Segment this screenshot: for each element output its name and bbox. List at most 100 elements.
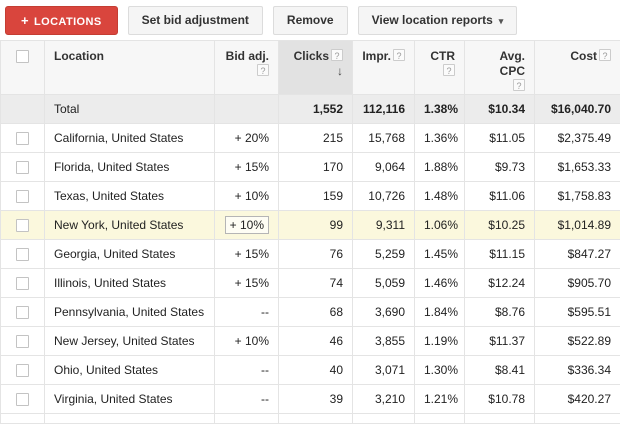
cell-value-avg_cpc: $11.06 [489,189,525,203]
cell-value-impr: 5,059 [375,276,405,290]
cell-value-bid_adj: + 10% [235,334,269,348]
cell-value-clicks: 99 [330,218,343,232]
cell-value-avg_cpc: $9.73 [495,160,525,174]
cell-impr: 3,855 [353,327,415,356]
column-header-clicks[interactable]: Clicks?↓ [279,41,353,95]
cell-ctr: 1.36% [415,124,465,153]
cell-value-bid_adj: -- [261,392,269,406]
cell-bid_adj: + 10% [215,327,279,356]
cell-bid_adj: -- [215,298,279,327]
cell-value-clicks: 46 [330,334,343,348]
cell-bid_adj: + 10% [215,211,279,240]
cell-value-avg_cpc: $8.41 [495,363,525,377]
dropdown-caret-icon: ▾ [499,16,504,26]
cell-location: Illinois, United States [45,269,215,298]
set-bid-adjustment-button[interactable]: Set bid adjustment [128,6,263,35]
remove-button[interactable]: Remove [273,6,348,35]
row-checkbox[interactable] [16,161,29,174]
cell-value-impr: 15,768 [368,131,405,145]
plus-icon: + [21,13,29,28]
select-all-checkbox[interactable] [16,50,29,63]
help-icon[interactable]: ? [513,79,525,91]
column-header-cost[interactable]: Cost? [535,41,620,95]
cell-bid_adj: -- [215,356,279,385]
cell-value-location: Florida, United States [54,160,169,174]
row-checkbox[interactable] [16,364,29,377]
row-checkbox[interactable] [16,190,29,203]
row-checkbox-cell [1,240,45,269]
cell-cost: $336.34 [535,356,620,385]
cell-ctr: 1.84% [415,298,465,327]
cell-value-impr: 112,116 [363,102,405,116]
view-location-reports-button[interactable]: View location reports▾ [358,6,518,35]
help-icon[interactable]: ? [331,49,343,61]
bid-adjustment-editable[interactable]: + 10% [225,216,269,234]
cell-clicks: 215 [279,124,353,153]
cell-cost: $1,653.33 [535,153,620,182]
column-header-avg_cpc[interactable]: Avg. CPC? [465,41,535,95]
add-locations-button[interactable]: +LOCATIONS [5,6,118,35]
row-checkbox[interactable] [16,393,29,406]
cell-value-impr: 9,064 [375,160,405,174]
cell-value-ctr: 1.84% [424,305,458,319]
column-header-bid_adj[interactable]: Bid adj.? [215,41,279,95]
column-header-ctr[interactable]: CTR? [415,41,465,95]
row-checkbox[interactable] [16,306,29,319]
cell-ctr: 1.46% [415,269,465,298]
cell-value-cost: $16,040.70 [551,102,611,116]
cell-clicks: 68 [279,298,353,327]
help-icon[interactable]: ? [443,64,455,76]
cell-value-avg_cpc: $10.78 [488,392,525,406]
help-icon[interactable]: ? [599,49,611,61]
cell-cost: $1,014.89 [535,211,620,240]
help-icon[interactable]: ? [393,49,405,61]
column-header-impr[interactable]: Impr.? [353,41,415,95]
cell-location: Ohio, United States [45,356,215,385]
cell-clicks: 39 [279,385,353,414]
row-checkbox-cell [1,327,45,356]
cell-value-clicks: 159 [323,189,343,203]
column-label-impr: Impr. [362,49,391,63]
cell-cost: $1,758.83 [535,182,620,211]
help-icon[interactable]: ? [257,64,269,76]
cell-avg_cpc: $10.25 [465,211,535,240]
cell-value-cost: $336.34 [568,363,611,377]
column-header-location[interactable]: Location [45,41,215,95]
cell-bid_adj: + 10% [215,182,279,211]
cell-location: Georgia, United States [45,240,215,269]
cell-avg_cpc: $12.24 [465,269,535,298]
cell-value-bid_adj: + 15% [235,160,269,174]
cell-avg_cpc: $9.73 [465,153,535,182]
cell-value-impr: 9,311 [376,218,405,232]
cell-location: California, United States [45,124,215,153]
row-checkbox[interactable] [16,248,29,261]
row-checkbox[interactable] [16,277,29,290]
cell-value-cost: $2,375.49 [558,131,611,145]
cell-value-ctr: 1.38% [424,102,458,116]
cell-clicks: 76 [279,240,353,269]
total-row: Total1,552112,1161.38%$10.34$16,040.70 [1,95,620,124]
row-checkbox[interactable] [16,335,29,348]
cell-clicks: 74 [279,269,353,298]
cell-clicks: 40 [279,356,353,385]
cell-bid_adj: + 15% [215,240,279,269]
cell-bid_adj: + 20% [215,124,279,153]
cell-impr: 9,064 [353,153,415,182]
cell-value-ctr: 1.88% [424,160,458,174]
cell-value-clicks: 76 [330,247,343,261]
cell-ctr: 1.30% [415,356,465,385]
table-row: Florida, United States+ 15%1709,0641.88%… [1,153,620,182]
cell-value-location: Ohio, United States [54,363,158,377]
cell-value-cost: $1,014.89 [558,218,611,232]
cell-value-cost: $1,758.83 [558,189,611,203]
cell-value-impr: 3,855 [375,334,405,348]
row-checkbox[interactable] [16,132,29,145]
cell-value-location: Georgia, United States [54,247,175,261]
row-checkbox-cell [1,95,45,124]
cell-cost: $2,375.49 [535,124,620,153]
cell-value-location: Pennsylvania, United States [54,305,204,319]
cell-value-impr: 5,259 [375,247,405,261]
cell-impr: 15,768 [353,124,415,153]
row-checkbox[interactable] [16,219,29,232]
table-row: Illinois, United States+ 15%745,0591.46%… [1,269,620,298]
